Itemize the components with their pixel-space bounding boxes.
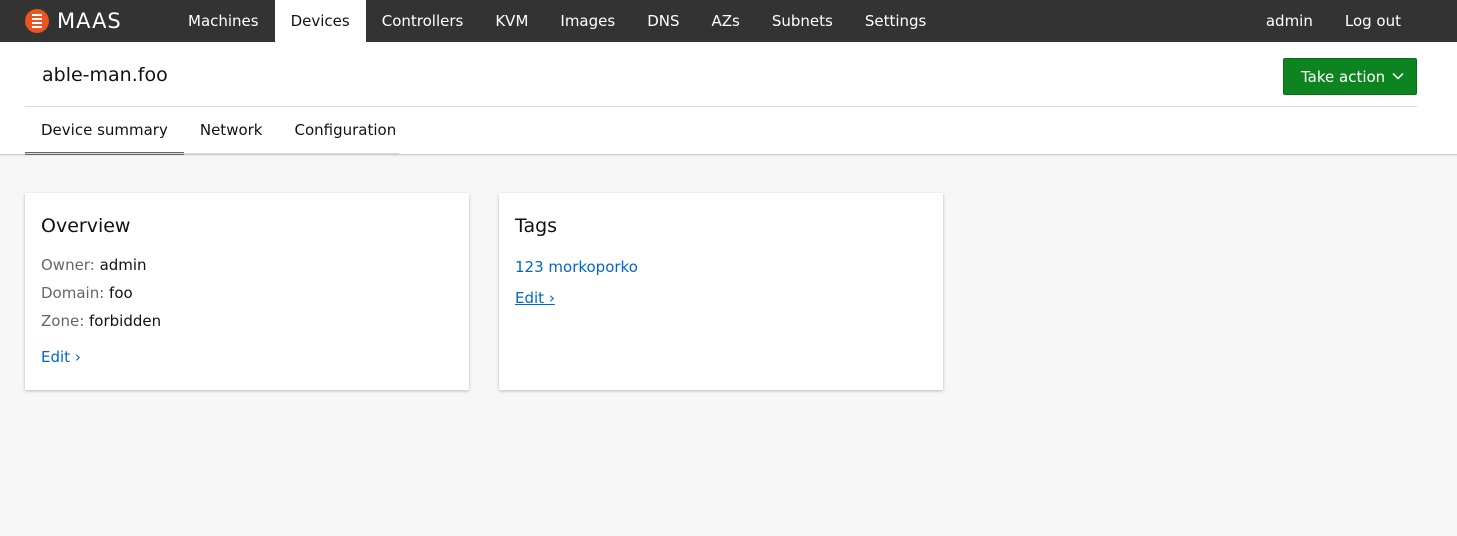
edit-tags-link[interactable]: Edit › [515, 289, 555, 307]
tabs-divider [25, 153, 399, 154]
nav-settings[interactable]: Settings [849, 0, 943, 42]
tab-configuration[interactable]: Configuration [279, 107, 413, 155]
brand[interactable]: MAAS [0, 0, 172, 42]
nav-controllers[interactable]: Controllers [366, 0, 480, 42]
zone-value: forbidden [89, 312, 162, 330]
nav-azs[interactable]: AZs [695, 0, 755, 42]
take-action-label: Take action [1301, 67, 1386, 86]
domain-row: Domain: foo [41, 279, 453, 307]
nav-images[interactable]: Images [544, 0, 631, 42]
tag-list[interactable]: 123 morkoporko [515, 257, 638, 277]
top-navigation: MAAS Machines Devices Controllers KVM Im… [0, 0, 1457, 42]
device-tabs: Device summary Network Configuration [25, 107, 412, 155]
nav-subnets[interactable]: Subnets [756, 0, 849, 42]
zone-row: Zone: forbidden [41, 307, 453, 335]
tags-card: Tags 123 morkoporko Edit › [499, 193, 943, 390]
take-action-button[interactable]: Take action [1283, 58, 1417, 95]
main-nav: Machines Devices Controllers KVM Images … [172, 0, 942, 42]
tab-device-summary[interactable]: Device summary [25, 107, 184, 155]
domain-label: Domain: [41, 284, 105, 302]
nav-devices[interactable]: Devices [274, 0, 366, 42]
owner-row: Owner: admin [41, 251, 453, 279]
overview-title: Overview [41, 215, 131, 237]
nav-dns[interactable]: DNS [631, 0, 695, 42]
nav-kvm[interactable]: KVM [479, 0, 544, 42]
domain-value: foo [109, 284, 133, 302]
chevron-down-icon [1392, 72, 1404, 80]
owner-value: admin [99, 256, 147, 274]
tags-title: Tags [515, 215, 558, 237]
page-header: able-man.foo Take action Device summary … [0, 42, 1457, 155]
nav-machines[interactable]: Machines [172, 0, 275, 42]
owner-label: Owner: [41, 256, 95, 274]
user-nav: admin Log out [1250, 0, 1457, 42]
page-title: able-man.foo [42, 64, 168, 86]
nav-user[interactable]: admin [1250, 0, 1329, 42]
maas-logo-icon [25, 9, 49, 33]
tab-network[interactable]: Network [184, 107, 279, 155]
edit-overview-link[interactable]: Edit › [41, 348, 81, 366]
overview-card: Overview Owner: admin Domain: foo Zone: … [25, 193, 469, 390]
logout-link[interactable]: Log out [1329, 0, 1417, 42]
zone-label: Zone: [41, 312, 85, 330]
brand-name: MAAS [57, 9, 122, 33]
